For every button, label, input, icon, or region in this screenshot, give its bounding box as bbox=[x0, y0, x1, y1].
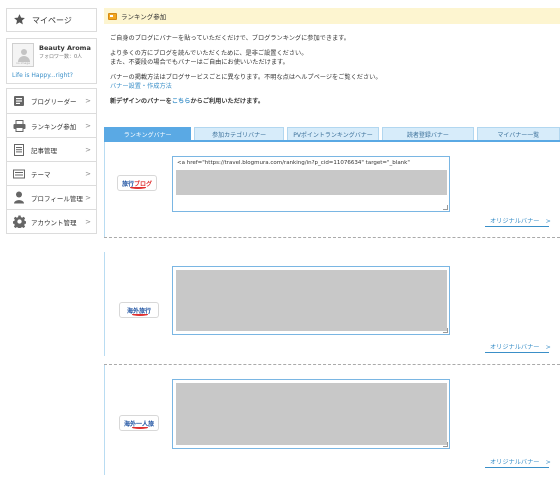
help-link[interactable]: バナー設置・作成方法 bbox=[110, 83, 172, 90]
code-placeholder bbox=[176, 270, 447, 331]
intro-line: より多くの方にブログを読んでいただくために、是非ご設置ください。 bbox=[110, 50, 308, 57]
theme-icon bbox=[12, 167, 26, 181]
code-placeholder bbox=[176, 383, 447, 445]
tab-ranking-banner[interactable]: ランキングバナー bbox=[104, 127, 192, 141]
sidebar-item-label: 記事管理 bbox=[31, 146, 57, 155]
intro-line: バナーの掲載方法はブログサービスごとに異なります。不明な点はヘルプページをご覧く… bbox=[110, 74, 382, 81]
section-header: ランキング参加 bbox=[104, 8, 560, 24]
follower-count: フォロワー数：0人 bbox=[39, 54, 83, 60]
sidebar: マイページ no image Beauty Aroma フォロワー数：0人 Li… bbox=[6, 8, 97, 234]
main-content: ランキング参加 ご自身のブログにバナーを貼っていただくだけで、ブログランキングに… bbox=[104, 8, 560, 475]
tab-category-banner[interactable]: 参加カテゴリバナー bbox=[194, 127, 284, 141]
section-title: ランキング参加 bbox=[121, 13, 167, 21]
chevron-right-icon: > bbox=[85, 121, 91, 130]
row-divider bbox=[104, 237, 560, 238]
avatar[interactable]: no image bbox=[12, 43, 34, 67]
banner-code-textarea[interactable]: <a href="https://travel.blogmura.com/ran… bbox=[172, 156, 450, 212]
sidebar-item-articles[interactable]: 記事管理 > bbox=[7, 137, 96, 161]
tab-pv-ranking-banner[interactable]: PVポイントランキングバナー bbox=[286, 127, 380, 141]
banner-row: 海外一人旅 オリジナルバナー > bbox=[104, 365, 560, 475]
new-design-link[interactable]: こちら bbox=[172, 98, 191, 105]
banner-code-textarea[interactable] bbox=[172, 379, 450, 449]
ranking-icon bbox=[108, 12, 117, 20]
sidebar-item-label: ランキング参加 bbox=[31, 122, 77, 131]
overseas-travel-banner[interactable]: 海外旅行 bbox=[119, 302, 159, 318]
avatar-placeholder-text: no image bbox=[15, 61, 31, 65]
sidebar-item-label: ブログリーダー bbox=[31, 98, 77, 106]
resize-handle[interactable] bbox=[443, 205, 448, 210]
chevron-right-icon: > bbox=[85, 217, 91, 226]
code-placeholder bbox=[176, 170, 447, 195]
chevron-right-icon: > bbox=[85, 97, 91, 105]
chevron-right-icon: > bbox=[85, 145, 91, 154]
sidebar-item-label: プロフィール管理 bbox=[31, 194, 83, 203]
sidebar-menu: ブログリーダー > ランキング参加 > 記事管理 > テーマ > プロフィール管… bbox=[6, 88, 97, 234]
sidebar-item-profile[interactable]: プロフィール管理 > bbox=[7, 185, 96, 209]
banner-row: 海外旅行 オリジナルバナー > bbox=[104, 252, 560, 356]
blog-name[interactable]: Beauty Aroma bbox=[39, 44, 91, 52]
sidebar-item-account[interactable]: アカウント管理 > bbox=[7, 209, 96, 233]
resize-handle[interactable] bbox=[443, 328, 448, 333]
original-banner-link[interactable]: オリジナルバナー > bbox=[490, 457, 551, 466]
travel-blog-banner[interactable]: 旅行ブログ bbox=[117, 175, 157, 191]
intro-line: また、不要段の場合でもバナーはご自由にお使いいただけます。 bbox=[110, 59, 289, 66]
original-banner-link[interactable]: オリジナルバナー > bbox=[490, 342, 551, 351]
sidebar-item-theme[interactable]: テーマ > bbox=[7, 161, 96, 185]
solo-overseas-travel-banner[interactable]: 海外一人旅 bbox=[119, 415, 159, 431]
profile-card: no image Beauty Aroma フォロワー数：0人 Life is … bbox=[6, 38, 97, 84]
document-icon bbox=[12, 143, 26, 157]
blog-reader-icon bbox=[12, 94, 26, 108]
chevron-right-icon: > bbox=[85, 169, 91, 178]
sidebar-item-label: アカウント管理 bbox=[31, 218, 77, 227]
sidebar-item-label: テーマ bbox=[31, 170, 51, 179]
intro-text: ご自身のブログにバナーを貼っていただくだけで、ブログランキングに参加できます。 … bbox=[104, 34, 560, 106]
printer-icon bbox=[12, 119, 26, 133]
banner-tabs: ランキングバナー 参加カテゴリバナー PVポイントランキングバナー 読者登録バナ… bbox=[104, 127, 560, 141]
original-banner-link[interactable]: オリジナルバナー > bbox=[490, 216, 551, 225]
banner-code-textarea[interactable] bbox=[172, 266, 450, 335]
banner-code: <a href="https://travel.blogmura.com/ran… bbox=[177, 160, 410, 166]
tab-my-banners[interactable]: マイバナー一覧 bbox=[476, 127, 560, 141]
chevron-right-icon: > bbox=[85, 193, 91, 202]
intro-line: ご自身のブログにバナーを貼っていただくだけで、ブログランキングに参加できます。 bbox=[110, 35, 350, 42]
sidebar-item-ranking[interactable]: ランキング参加 > bbox=[7, 113, 96, 137]
tab-reader-banner[interactable]: 読者登録バナー bbox=[382, 127, 474, 141]
gear-icon bbox=[12, 215, 26, 229]
user-icon bbox=[12, 191, 26, 205]
mypage-label: マイページ bbox=[32, 15, 72, 25]
blog-catchphrase: Life is Happy...right? bbox=[12, 72, 73, 79]
banner-row: 旅行ブログ <a href="https://travel.blogmura.c… bbox=[104, 142, 560, 237]
resize-handle[interactable] bbox=[443, 442, 448, 447]
sidebar-item-blog-reader[interactable]: ブログリーダー > bbox=[7, 89, 96, 113]
star-icon bbox=[13, 11, 26, 30]
new-design-notice: 新デザインのバナーをこちらからご利用いただけます。 bbox=[110, 98, 265, 105]
mypage-link[interactable]: マイページ bbox=[6, 8, 97, 32]
